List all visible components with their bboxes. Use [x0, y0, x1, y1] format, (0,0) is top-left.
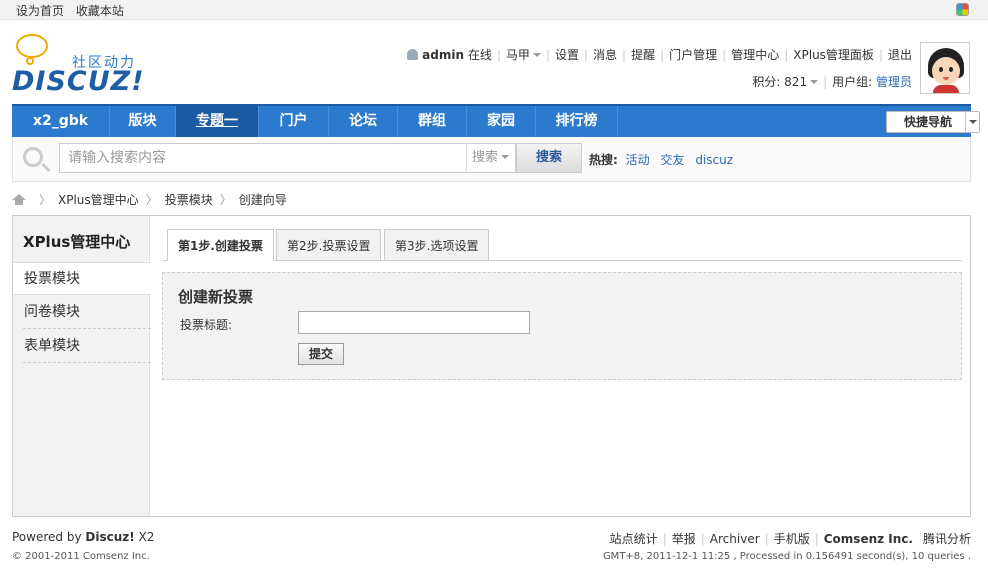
hot-keyword[interactable]: discuz	[695, 153, 733, 167]
vote-title-label: 投票标题:	[180, 318, 233, 332]
avatar-eye	[939, 67, 943, 72]
footer-link-archiver[interactable]: Archiver	[710, 532, 760, 546]
wizard-tabs: 第1步.创建投票 第2步.投票设置 第3步.选项设置	[163, 229, 962, 261]
footer-links: 站点统计 | 举报 | Archiver | 手机版 | Comsenz Inc. 腾讯分析	[609, 532, 971, 546]
powered-brand-link[interactable]: Discuz!	[85, 530, 134, 544]
sidebar-title: XPlus管理中心	[23, 233, 131, 251]
set-home-link[interactable]: 设为首页	[16, 4, 64, 18]
usergroup-label: 用户组:	[832, 75, 876, 89]
chevron-down-icon	[501, 155, 510, 159]
search-type-select[interactable]: 搜索	[466, 143, 516, 173]
quick-nav-button[interactable]: 快捷导航	[886, 111, 980, 133]
online-status[interactable]: 在线	[468, 48, 492, 62]
search-input[interactable]: 请输入搜索内容	[59, 143, 467, 173]
hot-search-label: 热搜:	[589, 153, 618, 167]
logout-link[interactable]: 退出	[888, 48, 912, 62]
nav-item-bbs[interactable]: 论坛	[329, 106, 398, 137]
top-links: 设为首页 收藏本站	[16, 2, 132, 19]
search-icon	[23, 147, 43, 167]
home-icon[interactable]	[12, 194, 26, 205]
hot-search: 热搜: 活动 交友 discuz	[589, 151, 740, 168]
sidebar-item-vote[interactable]: 投票模块	[13, 262, 151, 295]
user-info: 积分: 821 | 用户组: 管理员	[752, 75, 912, 89]
processed-info: GMT+8, 2011-12-1 11:25 , Processed in 0.…	[602, 551, 971, 562]
hot-keyword[interactable]: 活动	[626, 153, 650, 167]
breadcrumb-item[interactable]: 投票模块	[165, 193, 213, 207]
powered-by: Powered by Discuz! X2	[12, 530, 154, 544]
settings-link[interactable]: 设置	[555, 48, 579, 62]
logo-bubble-tail	[26, 57, 34, 65]
avatar[interactable]	[920, 42, 970, 94]
tab-step1[interactable]: 第1步.创建投票	[167, 229, 274, 261]
top-bar: 设为首页 收藏本站	[0, 0, 988, 20]
points-label: 积分: 821	[752, 75, 808, 89]
breadcrumb-item[interactable]: XPlus管理中心	[58, 193, 139, 207]
powered-prefix: Powered by	[12, 530, 86, 544]
usergroup-link[interactable]: 管理员	[876, 75, 912, 89]
user-icon	[407, 49, 419, 60]
reminders-link[interactable]: 提醒	[631, 48, 655, 62]
footer-link-stats[interactable]: 站点统计	[610, 532, 658, 546]
user-menu: admin 在线 | 马甲 | 设置 | 消息 | 提醒 | 门户管理 | 管理中心 | XPlus管理面板…	[407, 46, 912, 63]
main-nav: x2_gbk 版块 专题一 门户 论坛 群组 家园 排行榜 快捷导航	[12, 104, 980, 137]
avatar-face	[932, 57, 960, 85]
search-bar: 请输入搜索内容 搜索 搜索 热搜: 活动 交友 discuz	[12, 137, 971, 182]
copyright: © 2001-2011 Comsenz Inc.	[12, 551, 150, 562]
form-heading: 创建新投票	[178, 288, 254, 306]
messages-link[interactable]: 消息	[593, 48, 617, 62]
theme-switch-icon[interactable]	[956, 3, 969, 16]
submit-button[interactable]: 提交	[298, 343, 344, 365]
create-vote-form: 创建新投票 投票标题: 提交	[162, 272, 962, 380]
tab-step3[interactable]: 第3步.选项设置	[384, 229, 490, 261]
bookmark-link[interactable]: 收藏本站	[76, 4, 124, 18]
footer-link-report[interactable]: 举报	[672, 532, 696, 546]
breadcrumb: 〉 XPlus管理中心〉投票模块〉创建向导	[12, 191, 287, 208]
nav-item-forums[interactable]: 版块	[110, 106, 176, 137]
majia-label: 马甲	[505, 48, 530, 62]
site-logo[interactable]: 社区动力 DISCUZ!	[12, 30, 145, 98]
search-type-label: 搜索	[472, 150, 499, 165]
points-menu[interactable]: 积分: 821	[752, 75, 819, 89]
quick-nav-label: 快捷导航	[904, 115, 953, 129]
nav-item-home-space[interactable]: 家园	[467, 106, 536, 137]
powered-version: X2	[134, 530, 155, 544]
portal-admin-link[interactable]: 门户管理	[669, 48, 717, 62]
logo-wordmark: DISCUZ!	[12, 66, 145, 97]
nav-item-ranking[interactable]: 排行榜	[536, 106, 618, 137]
nav-item-home[interactable]: x2_gbk	[12, 106, 110, 137]
search-button[interactable]: 搜索	[516, 143, 582, 173]
nav-item-portal[interactable]: 门户	[259, 106, 329, 137]
vote-title-input[interactable]	[298, 311, 530, 334]
tab-step2[interactable]: 第2步.投票设置	[276, 229, 382, 261]
username-link[interactable]: admin	[422, 48, 464, 62]
sidebar: XPlus管理中心 投票模块 问卷模块 表单模块	[13, 216, 151, 516]
nav-item-groups[interactable]: 群组	[398, 106, 467, 137]
footer-link-tencent[interactable]: 腾讯分析	[923, 532, 971, 546]
footer-link-mobile[interactable]: 手机版	[774, 532, 810, 546]
sidebar-item-survey[interactable]: 问卷模块	[23, 296, 151, 329]
majia-menu[interactable]: 马甲	[506, 48, 541, 62]
chevron-down-icon[interactable]	[965, 112, 979, 132]
avatar-eye	[949, 67, 953, 72]
avatar-body	[933, 85, 959, 93]
nav-item-topic[interactable]: 专题一	[176, 106, 259, 137]
breadcrumb-current: 创建向导	[238, 193, 287, 207]
sidebar-item-form[interactable]: 表单模块	[23, 330, 151, 363]
hot-keyword[interactable]: 交友	[660, 153, 684, 167]
chevron-down-icon	[532, 53, 541, 57]
footer-link-comsenz[interactable]: Comsenz Inc.	[824, 532, 913, 546]
chevron-down-icon	[810, 80, 819, 84]
main-panel: XPlus管理中心 投票模块 问卷模块 表单模块 第1步.创建投票 第2步.投票…	[12, 215, 971, 517]
xplus-panel-link[interactable]: XPlus管理面板	[793, 48, 874, 62]
admin-center-link[interactable]: 管理中心	[731, 48, 779, 62]
logo-bubble-icon	[16, 34, 48, 58]
